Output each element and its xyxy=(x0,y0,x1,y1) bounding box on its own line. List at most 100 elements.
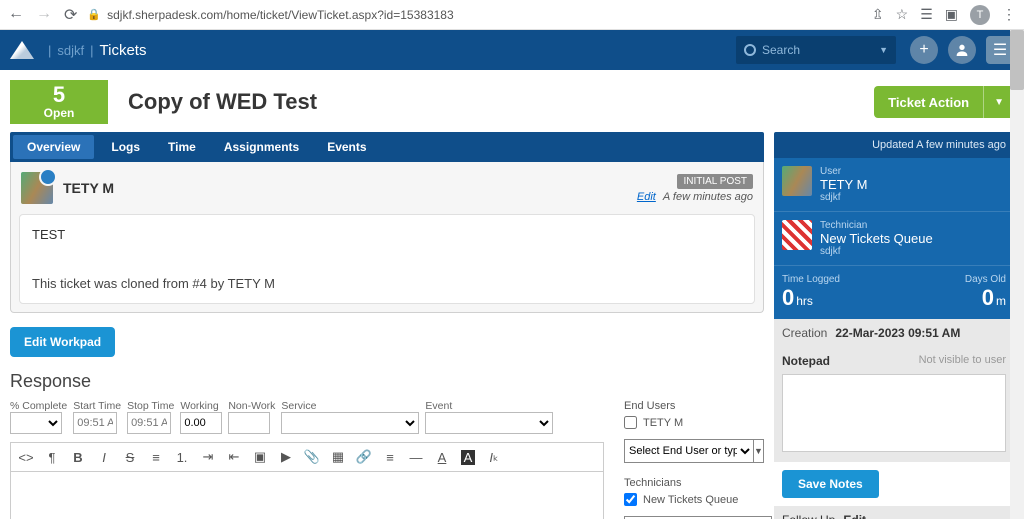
video-icon[interactable]: ▶ xyxy=(279,449,293,465)
user-avatar xyxy=(782,166,812,196)
text-color-icon[interactable]: A xyxy=(435,450,449,465)
nonwork-input[interactable] xyxy=(228,412,270,434)
tech-org: sdjkf xyxy=(820,246,933,257)
edit-workpad-button[interactable]: Edit Workpad xyxy=(10,327,115,357)
notepad-textarea[interactable] xyxy=(782,374,1006,452)
tab-events[interactable]: Events xyxy=(313,132,380,162)
initial-post: TETY M INITIAL POST Edit A few minutes a… xyxy=(10,162,764,313)
user-name: TETY M xyxy=(820,177,867,192)
post-avatar xyxy=(21,172,53,204)
pct-label: % Complete xyxy=(10,400,67,412)
add-button[interactable]: + xyxy=(910,36,938,64)
enduser-checkbox[interactable] xyxy=(624,416,637,429)
stop-time-input[interactable] xyxy=(127,412,171,434)
hr-icon[interactable]: ― xyxy=(409,450,423,465)
enduser-select[interactable]: Select End User or typ xyxy=(624,439,754,463)
clone-note: This ticket was cloned from #4 by TETY M xyxy=(32,276,742,291)
search-icon xyxy=(744,44,756,56)
kebab-icon[interactable]: ⋮ xyxy=(1002,6,1016,23)
back-button[interactable]: ← xyxy=(8,5,24,25)
sidebar-stats: Time Logged 0hrs Days Old 0m xyxy=(774,266,1014,319)
chevron-down-icon[interactable]: ▼ xyxy=(754,439,764,463)
attach-icon[interactable]: 📎 xyxy=(305,449,319,465)
list-ol-icon[interactable]: 1. xyxy=(175,450,189,465)
creation-value: 22-Mar-2023 09:51 AM xyxy=(835,326,960,340)
technician-name: New Tickets Queue xyxy=(643,494,738,506)
star-icon[interactable]: ☆ xyxy=(896,6,909,23)
bold-icon[interactable]: B xyxy=(71,450,85,465)
enduser-name: TETY M xyxy=(643,417,683,429)
followup-row: Follow Up Edit xyxy=(774,506,1014,519)
sidebar: Ticket Action ▼ Updated A few minutes ag… xyxy=(774,80,1014,519)
profile-avatar[interactable]: T xyxy=(970,5,990,25)
event-select[interactable] xyxy=(425,412,553,434)
tech-role-label: Technician xyxy=(820,220,933,231)
align-icon[interactable]: ≡ xyxy=(383,450,397,465)
nonwork-label: Non-Work xyxy=(228,400,275,412)
search-placeholder: Search xyxy=(762,43,800,57)
paragraph-icon[interactable]: ¶ xyxy=(45,450,59,465)
ticket-action-button[interactable]: Ticket Action ▼ xyxy=(874,86,1014,118)
creation-row: Creation 22-Mar-2023 09:51 AM xyxy=(774,319,1014,347)
service-select[interactable] xyxy=(281,412,419,434)
user-icon[interactable] xyxy=(948,36,976,64)
response-heading: Response xyxy=(10,371,764,392)
user-org: sdjkf xyxy=(820,192,867,203)
endusers-label: End Users xyxy=(624,400,764,412)
image-icon[interactable]: ▣ xyxy=(253,449,267,465)
tab-overview[interactable]: Overview xyxy=(13,135,94,159)
initial-post-tag: INITIAL POST xyxy=(677,174,753,189)
time-logged-label: Time Logged xyxy=(782,274,840,285)
table-icon[interactable]: ▦ xyxy=(331,449,345,465)
followup-label: Follow Up xyxy=(782,513,835,519)
forward-button[interactable]: → xyxy=(36,5,52,25)
code-icon[interactable]: <> xyxy=(19,450,33,465)
days-old-value: 0 xyxy=(982,285,994,310)
sidebar-user-block: User TETY M sdjkf xyxy=(774,158,1014,212)
url-bar[interactable]: 🔒 sdjkf.sherpadesk.com/home/ticket/ViewT… xyxy=(87,8,862,22)
indent-icon[interactable]: ⇥ xyxy=(201,449,215,465)
editor-toolbar: <> ¶ B I S ≡ 1. ⇥ ⇤ ▣ ▶ 📎 ▦ xyxy=(10,442,604,471)
search-input[interactable]: Search ▼ xyxy=(736,36,896,64)
share-icon[interactable]: ⇫ xyxy=(872,6,884,23)
save-notes-button[interactable]: Save Notes xyxy=(782,470,879,498)
lock-icon: 🔒 xyxy=(87,8,101,21)
list-ul-icon[interactable]: ≡ xyxy=(149,450,163,465)
tabs-bar: Overview Logs Time Assignments Events xyxy=(10,132,764,162)
post-user: TETY M xyxy=(63,180,114,196)
start-time-input[interactable] xyxy=(73,412,117,434)
link-icon[interactable]: 🔗 xyxy=(357,449,371,465)
tab-assignments[interactable]: Assignments xyxy=(210,132,313,162)
panel-icon[interactable]: ▣ xyxy=(945,6,958,23)
italic-icon[interactable]: I xyxy=(97,450,111,465)
notepad-hint: Not visible to user xyxy=(919,354,1006,368)
tech-name: New Tickets Queue xyxy=(820,231,933,246)
working-input[interactable] xyxy=(180,412,222,434)
edit-post-link[interactable]: Edit xyxy=(637,191,656,203)
working-label: Working xyxy=(180,400,222,412)
strike-icon[interactable]: S xyxy=(123,450,137,465)
scrollbar[interactable] xyxy=(1010,30,1024,519)
browser-chrome: ← → ⟳ 🔒 sdjkf.sherpadesk.com/home/ticket… xyxy=(0,0,1024,30)
tab-time[interactable]: Time xyxy=(154,132,210,162)
stop-label: Stop Time xyxy=(127,400,174,412)
bg-color-icon[interactable]: A xyxy=(461,450,475,465)
clear-format-icon[interactable]: Iₖ xyxy=(487,449,501,465)
reload-button[interactable]: ⟳ xyxy=(64,5,77,25)
ticket-status: Open xyxy=(44,106,75,120)
event-label: Event xyxy=(425,400,553,412)
technician-checkbox[interactable] xyxy=(624,493,637,506)
ticket-action-label: Ticket Action xyxy=(874,95,983,110)
tab-logs[interactable]: Logs xyxy=(97,132,154,162)
start-label: Start Time xyxy=(73,400,121,412)
reader-icon[interactable]: ☰ xyxy=(920,6,933,23)
status-badge: 5 Open xyxy=(10,80,108,124)
section-link[interactable]: Tickets xyxy=(100,42,147,59)
logo-icon[interactable] xyxy=(10,41,34,59)
outdent-icon[interactable]: ⇤ xyxy=(227,449,241,465)
notepad-block: Notepad Not visible to user xyxy=(774,347,1014,462)
pct-complete-select[interactable] xyxy=(10,412,62,434)
followup-edit-link[interactable]: Edit xyxy=(843,513,866,519)
response-editor[interactable] xyxy=(10,471,604,519)
org-link[interactable]: sdjkf xyxy=(57,43,84,58)
